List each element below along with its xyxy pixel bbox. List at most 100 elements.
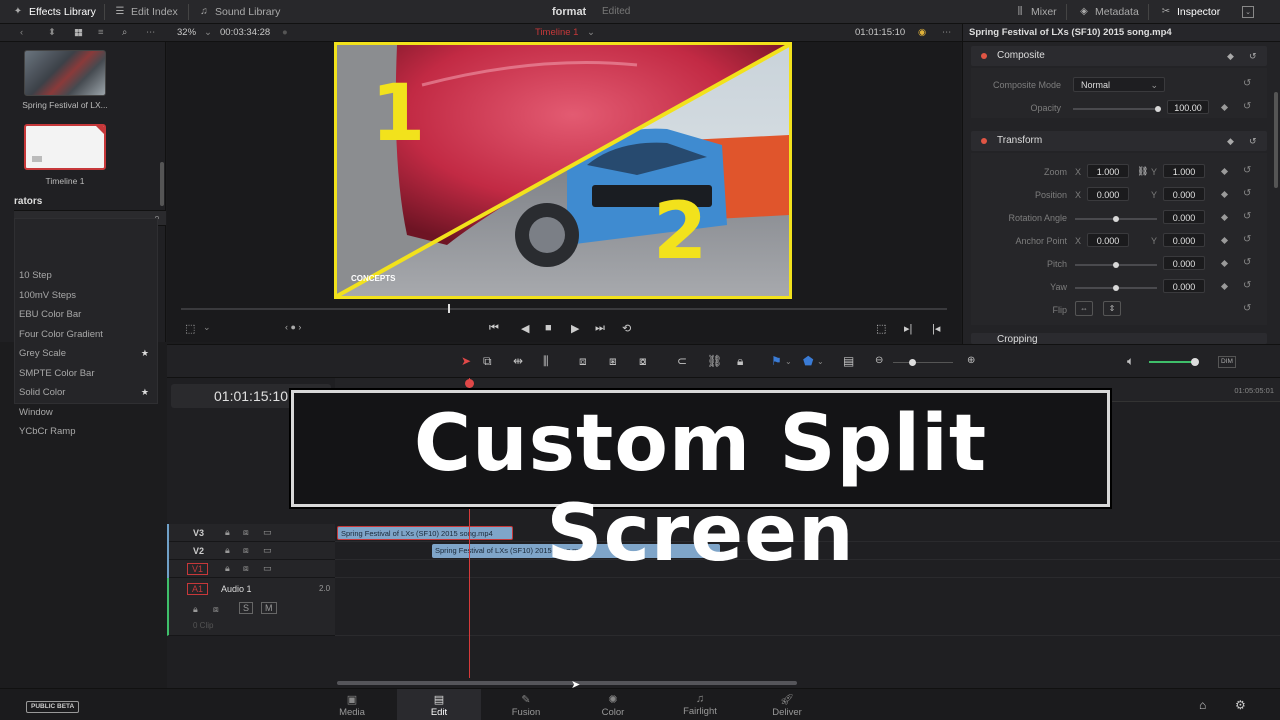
generator-item[interactable]: Grey Scale: [19, 348, 66, 359]
replace-clip-icon[interactable]: ⧇: [639, 354, 647, 369]
match-frame-icon[interactable]: ⬚: [876, 322, 886, 335]
keyframe-diamond-icon[interactable]: [1220, 282, 1229, 291]
scrubber-playhead[interactable]: [448, 304, 450, 313]
jump-to-start-icon[interactable]: ⏮: [489, 322, 499, 335]
generator-item[interactable]: EBU Color Bar: [19, 309, 81, 320]
solo-button[interactable]: S: [239, 602, 254, 614]
speaker-icon[interactable]: 🔈︎: [1127, 354, 1134, 369]
flag-icon[interactable]: ⚑: [771, 354, 782, 368]
page-tab-color[interactable]: ✺ Color: [571, 689, 655, 720]
keyframe-diamond-icon[interactable]: [1220, 190, 1229, 199]
generator-item[interactable]: YCbCr Ramp: [19, 426, 76, 437]
favorite-star-icon[interactable]: ★: [141, 387, 149, 398]
composite-section-header[interactable]: Composite ◆ ↺: [971, 46, 1267, 66]
keyframe-nav-icon[interactable]: ‹ ● ›: [285, 322, 301, 332]
chevron-down-icon[interactable]: ⌄: [587, 24, 595, 42]
sound-library-button[interactable]: ♫ Sound Library: [198, 0, 280, 24]
inspector-scrollbar[interactable]: [1274, 92, 1278, 188]
lock-icon[interactable]: 🔒︎: [193, 604, 198, 615]
zoom-x-field[interactable]: 1.000: [1087, 164, 1129, 178]
track-label-a1[interactable]: A1: [187, 583, 209, 595]
zoom-out-icon[interactable]: ⊖: [875, 355, 883, 366]
page-tab-edit[interactable]: ▤ Edit: [397, 689, 481, 720]
playhead-handle[interactable]: [465, 379, 474, 388]
page-tab-fusion[interactable]: ✎ Fusion: [484, 689, 568, 720]
auto-select-icon[interactable]: ⧈: [243, 563, 249, 574]
reset-icon[interactable]: ↺: [1243, 234, 1251, 245]
reset-icon[interactable]: ↺: [1243, 188, 1251, 199]
reset-icon[interactable]: ↺: [1243, 280, 1251, 291]
zoom-y-field[interactable]: 1.000: [1163, 164, 1205, 178]
zoom-in-icon[interactable]: ⊕: [967, 355, 975, 366]
color-picker-icon[interactable]: ◉: [918, 24, 926, 42]
anchor-y-field[interactable]: 0.000: [1163, 233, 1205, 247]
stop-icon[interactable]: ■: [545, 322, 552, 334]
timeline-horizontal-scrollbar[interactable]: [337, 681, 797, 685]
viewer-scrubber[interactable]: [181, 308, 947, 310]
pitch-field[interactable]: 0.000: [1163, 256, 1205, 270]
flip-vertical-icon[interactable]: ⇕: [1103, 301, 1121, 316]
sort-icon[interactable]: ⬍: [48, 24, 56, 42]
mixer-button[interactable]: ⫼ Mixer: [1014, 0, 1057, 24]
slider-knob[interactable]: [1113, 216, 1119, 222]
page-tab-media[interactable]: ▣ Media: [310, 689, 394, 720]
video-frame[interactable]: 1 2 CONCEPTS: [334, 42, 792, 299]
lock-icon[interactable]: 🔒︎: [225, 563, 230, 574]
slider-knob[interactable]: [1113, 285, 1119, 291]
reset-icon[interactable]: ↺: [1249, 131, 1257, 151]
mute-button[interactable]: M: [261, 602, 277, 614]
grid-view-icon[interactable]: ▦: [74, 24, 83, 42]
timeline-zoom-slider[interactable]: [893, 359, 953, 366]
play-reverse-icon[interactable]: ◀: [521, 322, 529, 335]
monitor-icon[interactable]: ▭: [263, 527, 272, 538]
viewer-zoom[interactable]: 32%: [177, 24, 196, 42]
reset-icon[interactable]: ↺: [1243, 211, 1251, 222]
auto-select-icon[interactable]: ⧈: [243, 527, 249, 538]
media-pool-scrollbar[interactable]: [160, 162, 164, 206]
timeline-thumbnail[interactable]: [24, 124, 106, 170]
lock-icon[interactable]: 🔒︎: [225, 527, 230, 538]
keyframe-diamond-icon[interactable]: [1220, 103, 1229, 112]
track-header-a1[interactable]: A1 Audio 1 2.0 🔒︎ ⧈ S M 0 Clip: [167, 578, 335, 636]
loop-icon[interactable]: ⟲: [622, 322, 631, 335]
clip-thumbnail[interactable]: [24, 50, 106, 96]
play-icon[interactable]: ▶: [571, 322, 579, 335]
prev-frame-icon[interactable]: |◂: [932, 322, 940, 335]
insert-clip-icon[interactable]: ⧈: [579, 354, 587, 369]
keyframe-diamond-icon[interactable]: [1220, 167, 1229, 176]
monitor-icon[interactable]: ▭: [263, 545, 272, 556]
home-icon[interactable]: ⌂: [1199, 698, 1206, 712]
keyframe-diamond-icon[interactable]: [1220, 259, 1229, 268]
more-options-icon[interactable]: ⋯: [942, 24, 952, 42]
position-x-field[interactable]: 0.000: [1087, 187, 1129, 201]
expand-panel-button[interactable]: ⌄: [1242, 0, 1254, 24]
enable-toggle-icon[interactable]: [981, 138, 987, 144]
favorite-star-icon[interactable]: ★: [141, 348, 149, 359]
transform-section-header[interactable]: Transform ◆ ↺: [971, 131, 1267, 151]
chevron-down-icon[interactable]: ⌄: [785, 357, 792, 366]
dynamic-trim-icon[interactable]: ⇹: [513, 354, 523, 368]
auto-select-icon[interactable]: ⧈: [213, 604, 219, 615]
page-tab-deliver[interactable]: 🚀︎ Deliver: [745, 689, 829, 720]
track-label-v1[interactable]: V1: [187, 563, 209, 575]
opacity-slider[interactable]: [1073, 106, 1161, 112]
anchor-x-field[interactable]: 0.000: [1087, 233, 1129, 247]
keyframe-diamond-icon[interactable]: ◆: [1227, 131, 1234, 151]
snapping-icon[interactable]: ⊂: [677, 354, 687, 368]
enable-toggle-icon[interactable]: [981, 53, 987, 59]
reset-icon[interactable]: ↺: [1243, 78, 1251, 89]
generator-item[interactable]: 100mV Steps: [19, 290, 76, 301]
generator-item[interactable]: SMPTE Color Bar: [19, 368, 95, 379]
slider-knob[interactable]: [1155, 106, 1161, 112]
cropping-section-header[interactable]: Cropping: [971, 333, 1267, 344]
keyframe-diamond-icon[interactable]: [1220, 236, 1229, 245]
list-view-icon[interactable]: ≡: [98, 24, 104, 42]
transform-overlay-icon[interactable]: ⬚: [185, 322, 195, 335]
inspector-button[interactable]: ✂ Inspector: [1160, 0, 1220, 24]
more-options-icon[interactable]: ⋯: [146, 24, 156, 42]
reset-icon[interactable]: ↺: [1249, 46, 1257, 66]
reset-icon[interactable]: ↺: [1243, 101, 1251, 112]
generator-item[interactable]: Four Color Gradient: [19, 329, 103, 340]
jump-to-end-icon[interactable]: ⏭: [595, 322, 605, 335]
generator-item[interactable]: Solid Color: [19, 387, 65, 398]
